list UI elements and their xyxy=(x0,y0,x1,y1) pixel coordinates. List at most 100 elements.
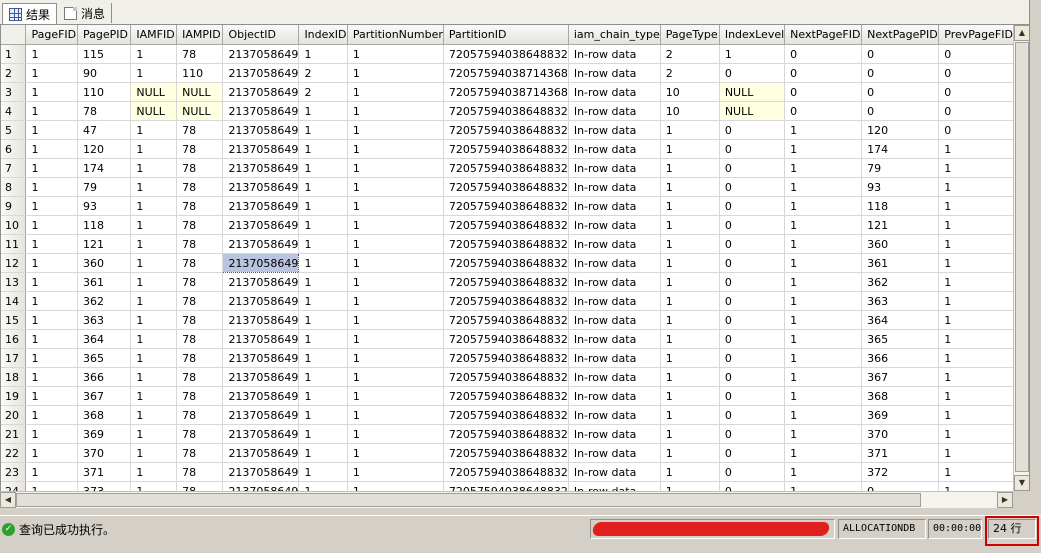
table-row[interactable]: 6 1 120 1 78 2137058649 1 1 72057594038648832 In-… xyxy=(1,139,1014,159)
table-cell[interactable]: 360 xyxy=(77,253,132,273)
table-cell[interactable]: 2137058649 xyxy=(222,329,300,349)
table-row[interactable]: 24 1 373 1 78 2137058649 1 1 72057594038648832 In… xyxy=(1,481,1014,491)
row-header[interactable]: 5 xyxy=(1,120,27,140)
table-cell[interactable]: 0 xyxy=(719,386,786,406)
table-row[interactable]: 23 1 371 1 78 2137058649 1 1 72057594038648832 In… xyxy=(1,462,1014,482)
table-cell[interactable]: 120 xyxy=(861,120,940,140)
table-cell[interactable]: In-row data xyxy=(568,329,661,349)
table-cell[interactable]: 1 xyxy=(298,139,348,159)
table-cell[interactable]: 369 xyxy=(77,424,132,444)
table-cell[interactable]: 1 xyxy=(938,272,1014,292)
table-cell[interactable]: 78 xyxy=(176,253,224,273)
table-cell[interactable]: 1 xyxy=(347,234,444,254)
table-cell[interactable]: 1 xyxy=(25,462,79,482)
table-cell[interactable]: 1 xyxy=(25,158,79,178)
table-cell[interactable]: 362 xyxy=(77,291,132,311)
table-cell[interactable]: 1 xyxy=(660,405,720,425)
table-cell[interactable]: 2137058649 xyxy=(222,481,300,491)
table-cell[interactable]: 0 xyxy=(719,348,786,368)
table-cell[interactable]: 1 xyxy=(298,234,348,254)
scroll-up-button[interactable]: ▲ xyxy=(1014,25,1030,41)
row-header[interactable]: 7 xyxy=(1,158,27,178)
column-header[interactable]: NextPagePID xyxy=(861,25,940,45)
scroll-left-button[interactable]: ◀ xyxy=(0,492,16,508)
table-cell[interactable]: 1 xyxy=(25,196,79,216)
table-cell[interactable]: 1 xyxy=(298,272,348,292)
row-header[interactable]: 21 xyxy=(1,424,27,444)
table-cell[interactable]: 364 xyxy=(77,329,132,349)
table-cell[interactable]: 78 xyxy=(176,120,224,140)
table-cell[interactable]: 1 xyxy=(25,215,79,235)
table-cell[interactable]: 1 xyxy=(784,481,863,491)
table-cell[interactable]: In-row data xyxy=(568,291,661,311)
row-header[interactable]: 22 xyxy=(1,443,27,463)
table-cell[interactable]: 1 xyxy=(25,443,79,463)
table-cell[interactable]: 72057594038714368 xyxy=(443,63,569,83)
table-cell[interactable]: 1 xyxy=(938,367,1014,387)
table-cell[interactable]: 370 xyxy=(77,443,132,463)
table-cell[interactable]: 369 xyxy=(861,405,940,425)
table-cell[interactable]: 0 xyxy=(719,272,786,292)
row-header[interactable]: 14 xyxy=(1,291,27,311)
table-cell[interactable]: 1 xyxy=(784,177,863,197)
table-cell[interactable]: 1 xyxy=(347,310,444,330)
row-header[interactable]: 3 xyxy=(1,82,27,102)
table-cell[interactable]: 0 xyxy=(861,481,940,491)
table-row[interactable]: 3 1 110 NULL NULL 2137058649 2 1 720575940387143… xyxy=(1,82,1014,102)
table-cell[interactable]: NULL xyxy=(130,101,178,121)
table-cell[interactable]: 1 xyxy=(660,348,720,368)
table-row[interactable]: 8 1 79 1 78 2137058649 1 1 72057594038648832 In-r… xyxy=(1,177,1014,197)
table-cell[interactable]: 1 xyxy=(660,196,720,216)
table-cell[interactable]: 72057594038648832 xyxy=(443,215,569,235)
table-cell[interactable]: 1 xyxy=(347,443,444,463)
table-cell[interactable]: 1 xyxy=(130,367,178,387)
table-cell[interactable]: 1 xyxy=(347,272,444,292)
table-cell[interactable]: 72057594038648832 xyxy=(443,177,569,197)
table-cell[interactable]: 2137058649 xyxy=(222,196,300,216)
table-cell[interactable]: 0 xyxy=(861,82,940,102)
table-cell[interactable]: 0 xyxy=(719,63,786,83)
table-cell[interactable]: 1 xyxy=(130,234,178,254)
table-cell[interactable]: 1 xyxy=(130,44,178,64)
table-cell[interactable]: 1 xyxy=(298,329,348,349)
row-header[interactable]: 17 xyxy=(1,348,27,368)
table-cell[interactable]: 1 xyxy=(25,234,79,254)
table-cell[interactable]: 90 xyxy=(77,63,132,83)
table-cell[interactable]: 1 xyxy=(347,177,444,197)
table-cell[interactable]: 363 xyxy=(861,291,940,311)
table-cell[interactable]: In-row data xyxy=(568,253,661,273)
table-cell[interactable]: 110 xyxy=(176,63,224,83)
table-cell[interactable]: 365 xyxy=(77,348,132,368)
table-cell[interactable]: 1 xyxy=(130,63,178,83)
table-cell[interactable]: 1 xyxy=(938,329,1014,349)
table-cell[interactable]: 1 xyxy=(298,101,348,121)
table-cell[interactable]: 78 xyxy=(176,386,224,406)
table-cell[interactable]: 72057594038648832 xyxy=(443,329,569,349)
row-header[interactable]: 19 xyxy=(1,386,27,406)
table-row[interactable]: 15 1 363 1 78 2137058649 1 1 72057594038648832 In… xyxy=(1,310,1014,330)
table-cell[interactable]: 1 xyxy=(298,310,348,330)
table-cell[interactable]: 1 xyxy=(130,196,178,216)
row-header[interactable]: 9 xyxy=(1,196,27,216)
table-cell[interactable]: 2137058649 xyxy=(222,367,300,387)
table-cell[interactable]: 120 xyxy=(77,139,132,159)
scroll-right-button[interactable]: ▶ xyxy=(997,492,1013,508)
scroll-down-button[interactable]: ▼ xyxy=(1014,475,1030,491)
column-header[interactable]: IndexID xyxy=(298,25,348,45)
table-cell[interactable]: 72057594038648832 xyxy=(443,291,569,311)
table-cell[interactable]: In-row data xyxy=(568,462,661,482)
table-cell[interactable]: 0 xyxy=(719,424,786,444)
table-cell[interactable]: 2 xyxy=(298,82,348,102)
table-cell[interactable]: 1 xyxy=(938,215,1014,235)
table-cell[interactable]: 1 xyxy=(660,291,720,311)
table-cell[interactable]: 1 xyxy=(938,139,1014,159)
table-cell[interactable]: 371 xyxy=(861,443,940,463)
table-cell[interactable]: 1 xyxy=(25,348,79,368)
column-header[interactable]: PrevPageFID xyxy=(938,25,1014,45)
table-cell[interactable]: 1 xyxy=(347,348,444,368)
table-cell[interactable]: 1 xyxy=(25,367,79,387)
table-cell[interactable]: 1 xyxy=(660,462,720,482)
table-cell[interactable]: 1 xyxy=(347,386,444,406)
table-cell[interactable]: 72057594038648832 xyxy=(443,348,569,368)
row-header[interactable]: 12 xyxy=(1,253,27,273)
